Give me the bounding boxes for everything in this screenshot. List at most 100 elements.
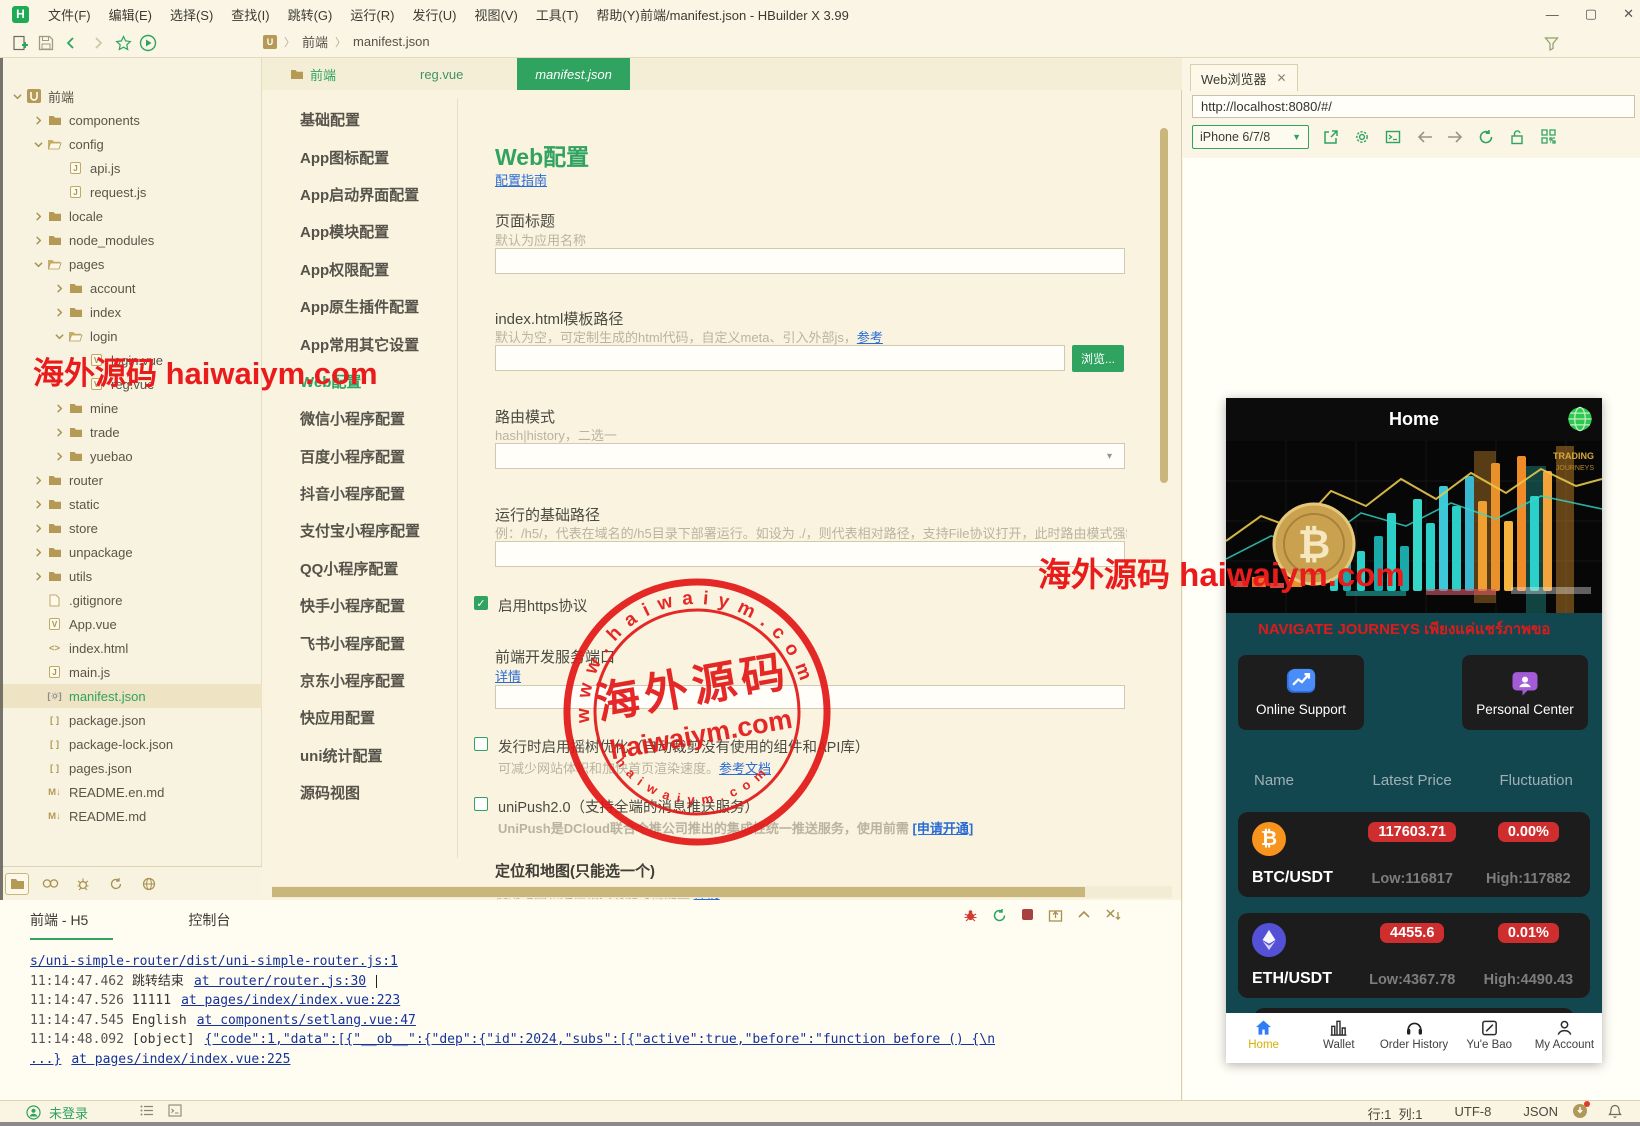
device-selector[interactable]: iPhone 6/7/8▼ [1192,125,1309,149]
forward-icon[interactable] [88,33,108,53]
chevron-right-icon[interactable] [31,113,46,128]
find-panel-icon[interactable] [38,873,62,895]
treeshaking-checkbox[interactable] [474,737,488,751]
console-icon[interactable] [1384,128,1402,146]
breadcrumb-file[interactable]: manifest.json [353,34,430,49]
back-icon[interactable] [61,33,81,53]
tree-item-package-lock.json[interactable]: [ ]package-lock.json [0,732,262,756]
tree-item-utils[interactable]: utils [0,564,262,588]
phone-tab-my-account[interactable]: My Account [1527,1013,1602,1063]
collapse-panel-icon[interactable] [1077,908,1091,928]
files-panel-icon[interactable] [5,873,29,895]
bookmark-star-icon[interactable] [113,33,133,53]
new-file-icon[interactable] [10,33,30,53]
tree-item-static[interactable]: static [0,492,262,516]
tab-reg-vue[interactable]: reg.vue [420,58,463,90]
minimize-button[interactable]: — [1546,7,1559,22]
qr-code-icon[interactable] [1539,128,1557,146]
horizontal-scrollbar[interactable] [272,886,1172,898]
console-link[interactable]: at router/router.js:30 [194,974,366,989]
restart-icon[interactable] [992,908,1007,928]
shortcut-personal-center[interactable]: Personal Center [1462,655,1588,730]
tree-item-main.js[interactable]: Jmain.js [0,660,262,684]
update-download-icon[interactable] [1572,1103,1588,1122]
settings-gear-icon[interactable] [1353,128,1371,146]
debug-bug-icon[interactable] [963,908,978,928]
tree-item-mine[interactable]: mine [0,396,262,420]
tree-item-index[interactable]: index [0,300,262,324]
tree-item-yuebao[interactable]: yuebao [0,444,262,468]
reference-link[interactable]: 参考 [857,330,883,345]
console-tab-h5[interactable]: 前端 - H5 [30,910,113,940]
tree-item-README.md[interactable]: M↓README.md [0,804,262,828]
chevron-right-icon[interactable] [31,521,46,536]
filetype-indicator[interactable]: JSON [1523,1104,1558,1123]
tree-item-.gitignore[interactable]: .gitignore [0,588,262,612]
browse-button[interactable]: 浏览... [1072,345,1124,372]
chevron-right-icon[interactable] [52,425,67,440]
browser-tab[interactable]: Web浏览器✕ [1190,64,1298,91]
config-guide-link[interactable]: 配置指南 [495,170,547,189]
menu-item[interactable]: 跳转(G) [279,0,342,28]
chevron-right-icon[interactable] [52,305,67,320]
tree-item-api.js[interactable]: Japi.js [0,156,262,180]
maximize-button[interactable]: ▢ [1585,6,1597,22]
menu-item[interactable]: 发行(U) [403,0,465,28]
console-link[interactable]: {"code":1,"data":[{"__ob__":{"dep":{"id"… [205,1032,996,1047]
menu-item[interactable]: 文件(F) [39,0,100,28]
login-status[interactable]: 未登录 [26,1103,88,1122]
shortcut-online-support[interactable]: Online Support [1238,655,1364,730]
chevron-down-icon[interactable] [31,137,46,152]
tree-item-components[interactable]: components [0,108,262,132]
language-globe-icon[interactable] [1566,405,1594,438]
tab-project[interactable]: 前端 [290,58,336,90]
close-tab-icon[interactable]: ✕ [1277,71,1287,85]
tree-item-package.json[interactable]: [ ]package.json [0,708,262,732]
bell-icon[interactable] [1608,1104,1622,1122]
chevron-right-icon[interactable] [52,449,67,464]
console-link[interactable]: at pages/index/index.vue:225 [71,1052,290,1067]
breadcrumb-project[interactable]: 前端 [302,32,328,51]
tree-item-pages[interactable]: pages [0,252,262,276]
console-link[interactable]: at components/setlang.vue:47 [197,1013,416,1028]
chevron-down-icon[interactable] [10,89,25,104]
unlock-icon[interactable] [1508,128,1526,146]
encoding-indicator[interactable]: UTF-8 [1454,1104,1491,1123]
chevron-right-icon[interactable] [31,473,46,488]
run-icon[interactable] [138,33,158,53]
chevron-right-icon[interactable] [52,401,67,416]
menu-item[interactable]: 运行(R) [341,0,403,28]
console-link[interactable]: ...} [30,1052,61,1067]
apply-open-link[interactable]: [申请开通] [913,821,974,836]
dev-port-detail-link[interactable]: 详情 [495,666,521,685]
menu-item[interactable]: 选择(S) [161,0,222,28]
open-external-icon[interactable] [1322,128,1340,146]
menu-item[interactable]: 编辑(E) [100,0,161,28]
tree-item-trade[interactable]: trade [0,420,262,444]
phone-tab-home[interactable]: Home [1226,1013,1301,1063]
template-path-input[interactable] [495,345,1065,371]
menu-item[interactable]: 工具(T) [527,0,588,28]
terminal-icon[interactable] [168,1104,182,1120]
export-log-icon[interactable] [1048,908,1063,928]
save-icon[interactable] [36,33,56,53]
tree-item-node_modules[interactable]: node_modules [0,228,262,252]
tree-item-pages.json[interactable]: [ ]pages.json [0,756,262,780]
unipush-checkbox[interactable] [474,797,488,811]
chevron-right-icon[interactable] [31,233,46,248]
tree-item-store[interactable]: store [0,516,262,540]
chevron-right-icon[interactable] [52,281,67,296]
tree-item-router[interactable]: router [0,468,262,492]
menu-item[interactable]: 查找(I) [222,0,278,28]
tree-item-login[interactable]: login [0,324,262,348]
debug-panel-icon[interactable] [71,873,95,895]
tree-item-account[interactable]: account [0,276,262,300]
refresh-panel-icon[interactable] [104,873,128,895]
https-checkbox[interactable]: ✓ [474,596,488,610]
console-link[interactable]: s/uni-simple-router/dist/uni-simple-rout… [30,954,398,969]
tree-item-manifest.json[interactable]: []manifest.json [0,684,262,708]
vertical-scrollbar[interactable] [1160,128,1168,483]
phone-tab-wallet[interactable]: Wallet [1301,1013,1376,1063]
clear-console-icon[interactable] [1105,908,1121,928]
filter-icon[interactable] [1541,33,1561,53]
